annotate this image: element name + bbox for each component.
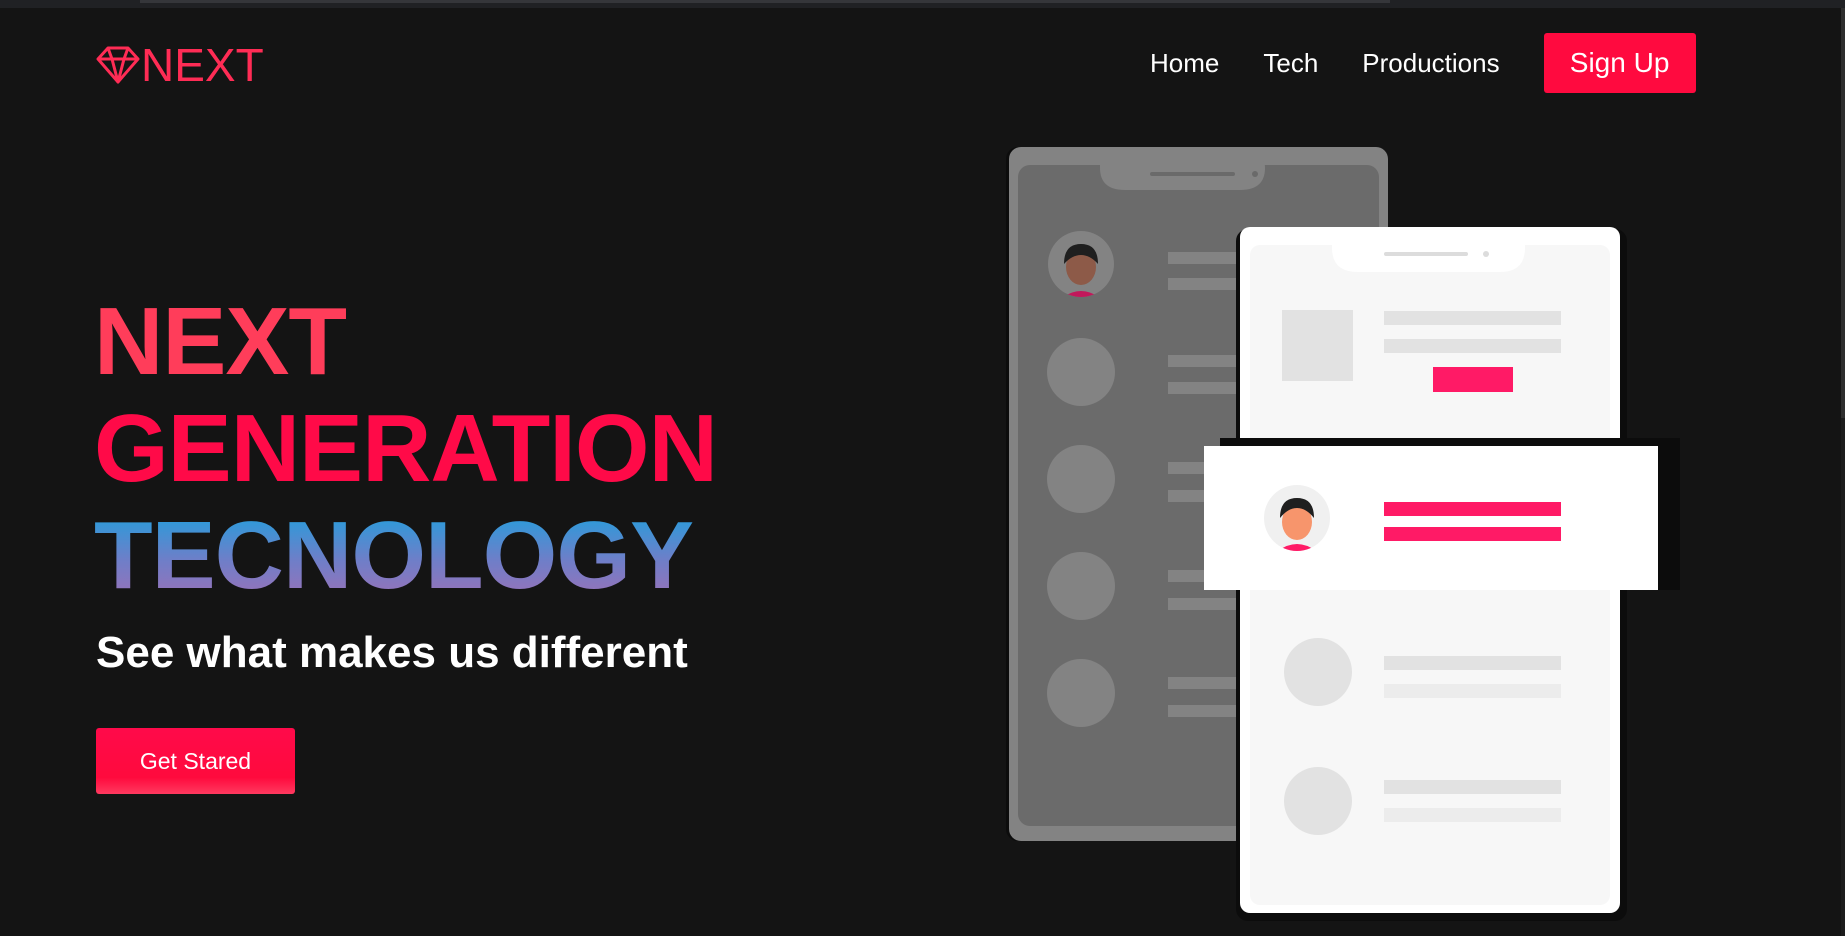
nav-tech[interactable]: Tech (1263, 48, 1318, 79)
site-header: NEXT Home Tech Productions Sign Up (0, 8, 1840, 118)
hero-title: NEXT GENERATION TECNOLOGY (94, 288, 718, 609)
main-nav: Home Tech Productions Sign Up (1150, 33, 1696, 93)
nav-productions[interactable]: Productions (1362, 48, 1499, 79)
page-scrollbar[interactable] (1841, 8, 1845, 936)
get-started-button[interactable]: Get Stared (96, 728, 295, 794)
hero-tagline: See what makes us different (96, 628, 688, 677)
brand-name: NEXT (141, 39, 264, 91)
brand-logo[interactable]: NEXT (96, 42, 264, 88)
scrollbar-thumb[interactable] (1841, 8, 1845, 418)
browser-top-strip (0, 0, 1845, 8)
browser-tab-strip (140, 0, 1390, 3)
highlighted-contact-card (1204, 438, 1680, 590)
sign-up-button[interactable]: Sign Up (1543, 33, 1696, 93)
diamond-icon (96, 46, 140, 84)
nav-home[interactable]: Home (1150, 48, 1219, 79)
hero-title-line-2: GENERATION (94, 395, 718, 502)
phones-illustration (1006, 147, 1680, 921)
hero-title-line-1: NEXT (94, 288, 347, 395)
hero-title-line-3: TECNOLOGY (94, 502, 717, 609)
